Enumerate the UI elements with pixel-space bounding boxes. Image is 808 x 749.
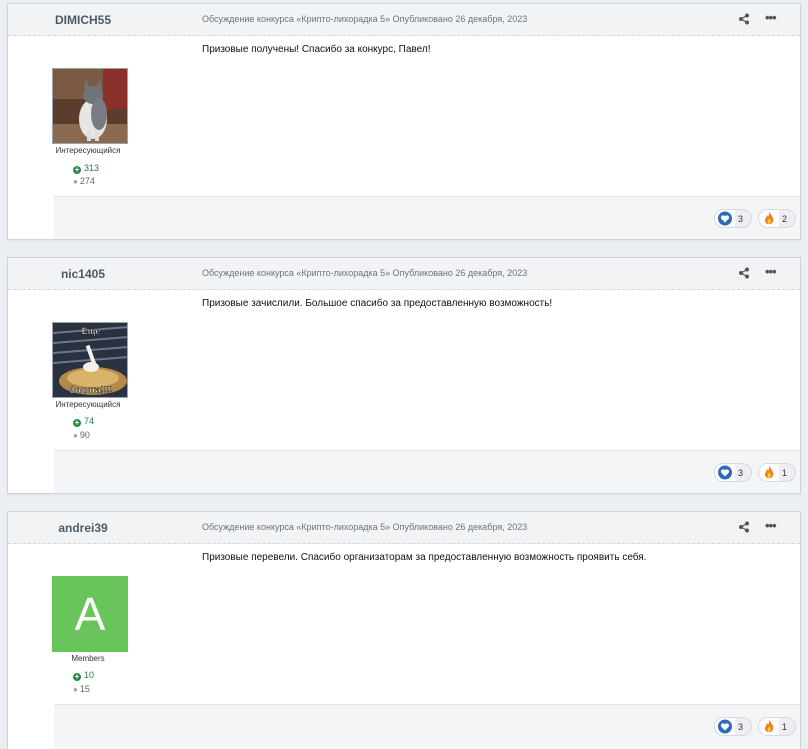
reputation: +313 [73,163,100,174]
post-content: Призовые зачислили. Большое спасибо за п… [202,298,553,309]
avatar[interactable]: A [52,576,128,652]
reaction-fire[interactable]: 1 [758,463,796,482]
reputation: +10 [73,670,95,681]
heart-icon [715,210,735,227]
post: andrei39 Обсуждение конкурса «Крипто-лих… [7,511,801,749]
post-header: nic1405 Обсуждение конкурса «Крипто-лихо… [8,258,800,290]
share-icon[interactable] [738,13,750,25]
post-content: Призовые получены! Спасибо за конкурс, П… [202,44,431,55]
reaction-fire[interactable]: 2 [758,209,796,228]
share-icon[interactable] [738,521,750,533]
more-options-icon[interactable]: ••• [765,11,777,25]
post-header: DIMICH55 Обсуждение конкурса «Крипто-лих… [8,4,800,36]
author-link[interactable]: nic1405 [8,267,158,281]
avatar[interactable] [52,68,128,144]
post-footer: 3 1 [54,704,800,749]
fire-icon [759,210,779,227]
post-meta: Обсуждение конкурса «Крипто-лихорадка 5»… [202,268,528,278]
author-link[interactable]: DIMICH55 [8,13,158,27]
more-options-icon[interactable]: ••• [765,519,777,533]
reaction-fire[interactable]: 1 [758,717,796,736]
post: nic1405 Обсуждение конкурса «Крипто-лихо… [7,257,801,494]
post-footer: 3 2 [54,196,800,239]
member-rank: Интересующийся [55,400,121,409]
plus-circle-icon: + [73,418,81,427]
heart-icon [715,464,735,481]
heart-icon [715,718,735,735]
post-count: ● 274 [73,176,95,186]
speech-bubble-icon: ● [73,685,78,694]
more-options-icon[interactable]: ••• [765,265,777,279]
post-footer: 3 1 [54,450,800,493]
author-link[interactable]: andrei39 [8,521,158,535]
avatar[interactable]: Еще Золота!!!! [52,322,128,398]
reputation: +74 [73,416,95,427]
reaction-like[interactable]: 3 [714,717,752,736]
post-header: andrei39 Обсуждение конкурса «Крипто-лих… [8,512,800,544]
plus-circle-icon: + [73,165,81,174]
member-rank: Members [71,654,105,663]
fire-icon [759,464,779,481]
fire-icon [759,718,779,735]
plus-circle-icon: + [73,672,81,681]
post-content: Призовые перевели. Спасибо организаторам… [202,552,647,563]
speech-bubble-icon: ● [73,431,78,440]
post-count: ● 90 [73,430,90,440]
post-count: ● 15 [73,684,90,694]
speech-bubble-icon: ● [73,177,78,186]
post: DIMICH55 Обсуждение конкурса «Крипто-лих… [7,3,801,240]
share-icon[interactable] [738,267,750,279]
reaction-like[interactable]: 3 [714,209,752,228]
reaction-like[interactable]: 3 [714,463,752,482]
avatar-letter: A [74,588,106,640]
post-meta: Обсуждение конкурса «Крипто-лихорадка 5»… [202,14,528,24]
member-rank: Интересующийся [55,146,121,155]
avatar-caption-top: Еще [82,326,101,336]
post-meta: Обсуждение конкурса «Крипто-лихорадка 5»… [202,522,528,532]
avatar-caption-bottom: Золота!!!! [69,385,112,395]
